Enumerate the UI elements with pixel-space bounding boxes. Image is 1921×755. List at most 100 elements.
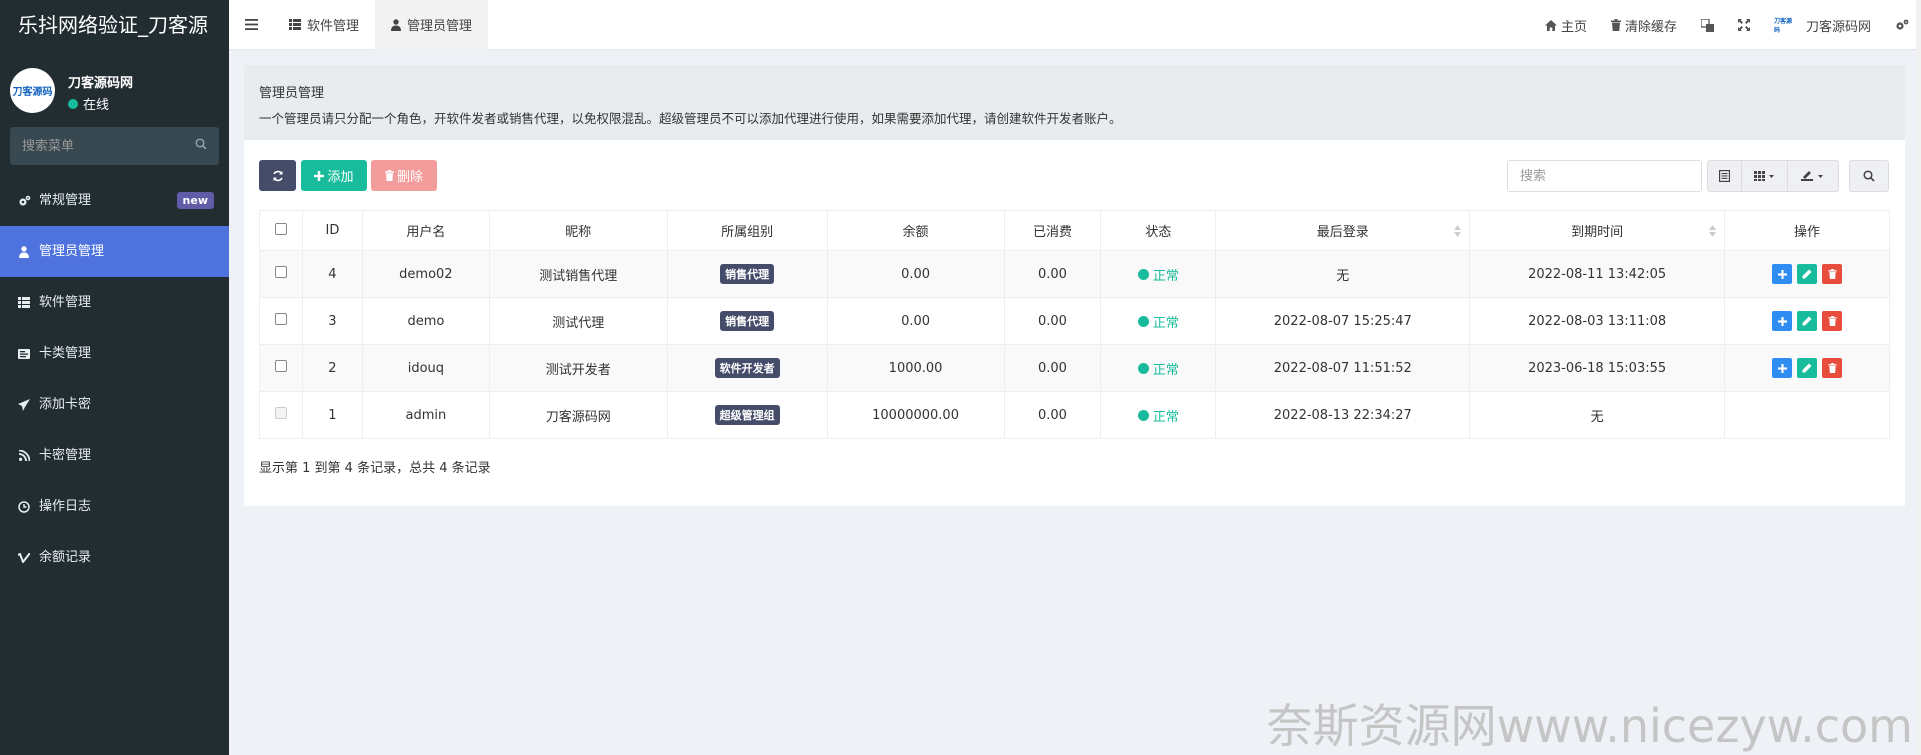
clear-cache-link[interactable]: 清除缓存 (1599, 0, 1689, 50)
select-all-checkbox[interactable] (274, 222, 287, 235)
cell-status: 正常 (1100, 297, 1217, 345)
sidebar-toggle-button[interactable] (229, 0, 273, 50)
add-label: 添加 (327, 170, 354, 185)
cell-operations (1724, 344, 1890, 392)
row-checkbox[interactable] (274, 266, 287, 278)
top-right-nav: 主页 清除缓存 刀客源码 刀客源码网 (1533, 0, 1921, 50)
add-button[interactable]: 添加 (301, 160, 367, 191)
translate-button[interactable] (1689, 0, 1726, 50)
row-add-button[interactable] (1772, 264, 1793, 284)
row-add-button[interactable] (1772, 358, 1793, 378)
plus-icon (314, 170, 325, 181)
cell-expire: 2022-08-11 13:42:05 (1469, 250, 1726, 298)
user-status: 在线 (68, 94, 109, 113)
row-delete-button[interactable] (1822, 311, 1843, 331)
group-badge: 软件开发者 (714, 358, 780, 378)
sidebar-item-admin[interactable]: 管理员管理 (0, 226, 229, 277)
column-header[interactable]: 所属组别 (666, 210, 828, 251)
sidebar-item-general[interactable]: 常规管理 new (0, 175, 229, 226)
user-menu-label: 刀客源码网 (1805, 19, 1871, 35)
row-delete-button[interactable] (1822, 358, 1843, 378)
table-row[interactable]: 2 idouq 测试开发者 软件开发者 1000.00 0.00 正常 2022… (259, 344, 1890, 392)
cell-spent: 0.00 (1003, 250, 1102, 298)
sidebar-item-software[interactable]: 软件管理 (0, 277, 229, 328)
columns-toggle-button[interactable] (1742, 161, 1788, 191)
column-header[interactable]: 已消费 (1003, 210, 1102, 251)
sidebar-item-card-manage[interactable]: 卡密管理 (0, 430, 229, 481)
column-header[interactable]: 用户名 (361, 210, 490, 251)
column-header[interactable]: 昵称 (488, 210, 668, 251)
row-edit-button[interactable] (1797, 358, 1818, 378)
admin-table: ID 用户名 昵称 所属组别 余额 已消费 状态 最后登录 到期时间 操作 4 … (259, 210, 1890, 439)
sort-icon (1454, 225, 1462, 237)
row-select-cell (259, 297, 303, 345)
search-icon[interactable] (195, 138, 207, 150)
list-icon (289, 19, 301, 30)
row-edit-button[interactable] (1797, 311, 1818, 331)
user-menu[interactable]: 刀客源码 刀客源码网 (1762, 0, 1883, 50)
table-view-buttons (1707, 160, 1839, 192)
sidebar-item-label: 添加卡密 (39, 397, 92, 412)
table-search-input[interactable] (1508, 161, 1701, 191)
tab-software[interactable]: 软件管理 (273, 0, 375, 50)
status-indicator: 正常 (1137, 406, 1179, 425)
column-header[interactable]: ID (301, 210, 363, 251)
column-header-label: 到期时间 (1571, 225, 1624, 240)
group-badge: 超级管理组 (714, 405, 780, 425)
column-header-sortable[interactable]: 最后登录 (1215, 210, 1471, 251)
sidebar-item-logs[interactable]: 操作日志 (0, 481, 229, 532)
sidebar-item-balance[interactable]: 余额记录 (0, 532, 229, 583)
cell-expire: 2022-08-03 13:11:08 (1469, 297, 1726, 345)
row-delete-button[interactable] (1822, 264, 1843, 284)
cell-balance: 0.00 (826, 250, 1005, 298)
cell-operations (1724, 391, 1890, 439)
row-checkbox[interactable] (274, 313, 287, 325)
sort-icon (1709, 225, 1717, 237)
tab-admin[interactable]: 管理员管理 (375, 0, 489, 50)
rss-icon (17, 449, 31, 463)
home-icon (1544, 19, 1557, 31)
cell-spent: 0.00 (1003, 344, 1102, 392)
cell-username: demo02 (361, 250, 490, 298)
clock-icon (17, 500, 31, 514)
sidebar-item-add-card[interactable]: 添加卡密 (0, 379, 229, 430)
table-row[interactable]: 3 demo 测试代理 销售代理 0.00 0.00 正常 2022-08-07… (259, 297, 1890, 345)
cell-balance: 1000.00 (826, 344, 1005, 392)
tab-label: 管理员管理 (407, 19, 473, 34)
cell-nickname: 测试代理 (488, 297, 668, 345)
column-header[interactable]: 余额 (826, 210, 1005, 251)
avatar: 刀客源码 (10, 68, 55, 113)
column-header[interactable]: 状态 (1100, 210, 1217, 251)
search-button[interactable] (1849, 160, 1889, 192)
cell-expire: 2023-06-18 15:03:55 (1469, 344, 1726, 392)
table-toolbar: 添加 删除 (244, 140, 1905, 200)
cell-status: 正常 (1100, 250, 1217, 298)
page-scrollbar[interactable] (1916, 0, 1921, 755)
pencil-icon (1802, 316, 1812, 326)
content-panel: 管理员管理 一个管理员请只分配一个角色，开软件发者或销售代理，以免权限混乱。超级… (244, 65, 1905, 506)
status-indicator: 正常 (1137, 265, 1179, 284)
menu-search-input[interactable] (10, 127, 219, 165)
cell-operations (1724, 297, 1890, 345)
fullscreen-button[interactable] (1726, 0, 1762, 50)
row-edit-button[interactable] (1797, 264, 1818, 284)
sidebar-item-card-types[interactable]: 卡类管理 (0, 328, 229, 379)
export-button[interactable] (1788, 161, 1838, 191)
cell-nickname: 测试开发者 (488, 344, 668, 392)
app-title[interactable]: 乐抖网络验证_刀客源 (0, 0, 229, 50)
column-header-sortable[interactable]: 到期时间 (1469, 210, 1726, 251)
pencil-icon (1802, 363, 1812, 373)
row-checkbox[interactable] (274, 360, 287, 372)
home-link[interactable]: 主页 (1533, 0, 1599, 50)
table-row[interactable]: 4 demo02 测试销售代理 销售代理 0.00 0.00 正常 无 2022… (259, 250, 1890, 298)
row-add-button[interactable] (1772, 311, 1793, 331)
table-row[interactable]: 1 admin 刀客源码网 超级管理组 10000000.00 0.00 正常 … (259, 391, 1890, 439)
cell-last-login: 无 (1215, 250, 1471, 298)
toggle-card-view-button[interactable] (1708, 161, 1742, 191)
delete-button[interactable]: 删除 (371, 160, 437, 191)
sidebar-item-label: 卡类管理 (39, 346, 92, 361)
refresh-button[interactable] (259, 160, 296, 191)
sidebar: 乐抖网络验证_刀客源 刀客源码 刀客源码网 在线 常规管理 new 管理员管理 (0, 0, 229, 755)
pagination-info: 显示第 1 到第 4 条记录，总共 4 条记录 (259, 461, 491, 476)
status-indicator: 正常 (1137, 312, 1179, 331)
